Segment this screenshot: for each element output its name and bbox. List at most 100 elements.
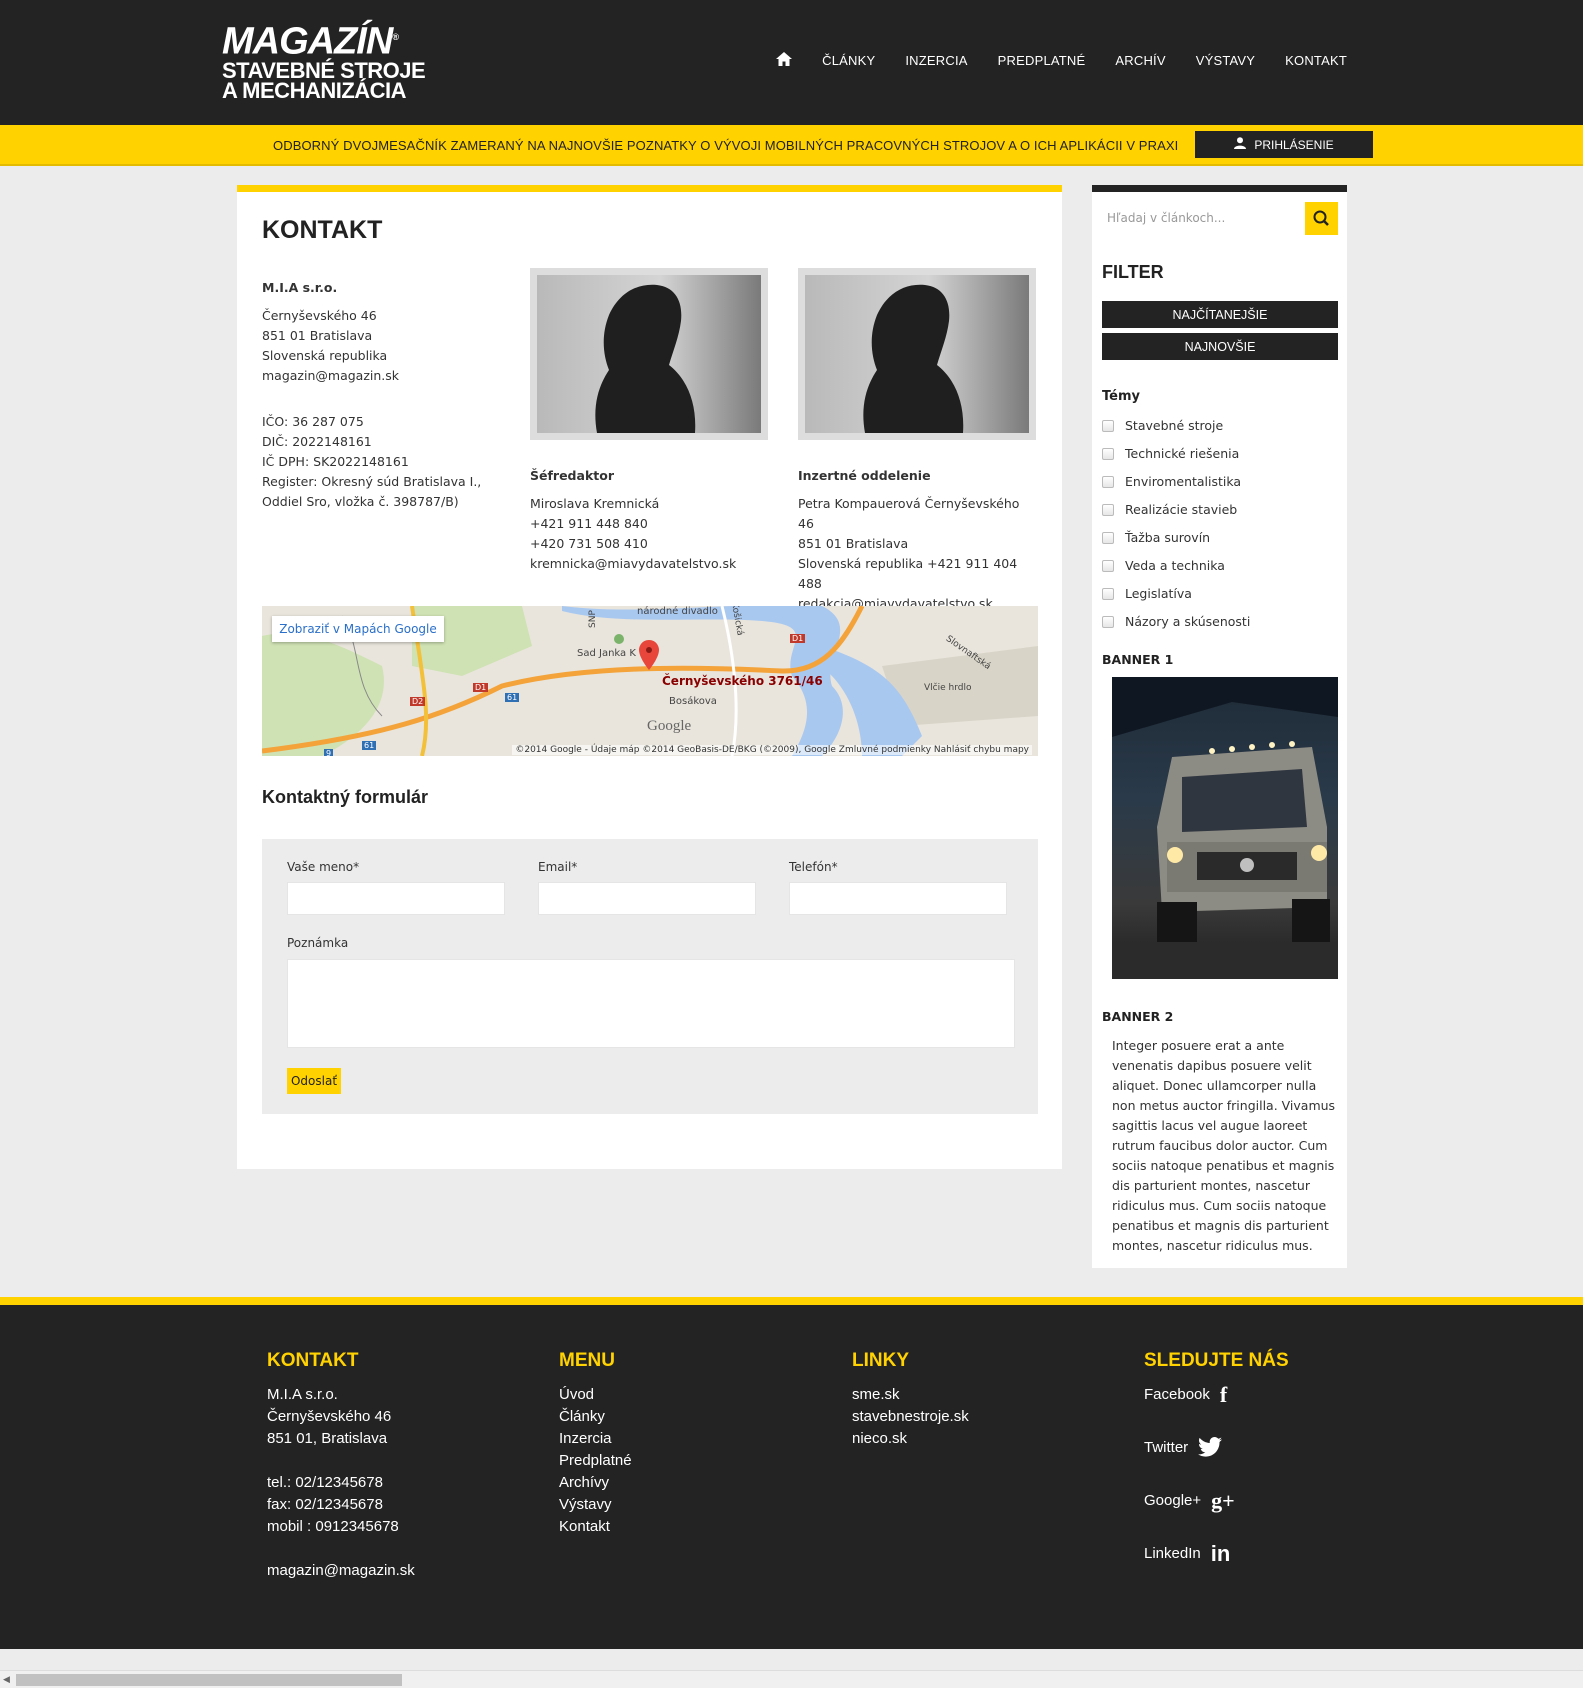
theme-label: Stavebné stroje <box>1125 418 1224 433</box>
footer-city: 851 01, Bratislava <box>267 1430 388 1447</box>
search-input[interactable]: Hľadaj v článkoch... <box>1107 211 1225 225</box>
social-twitter[interactable]: Twitter <box>1144 1437 1289 1490</box>
note-textarea[interactable] <box>287 959 1015 1048</box>
nav-vystavy[interactable]: VÝSTAVY <box>1196 53 1255 68</box>
phone-label: Telefón* <box>789 860 838 874</box>
main-nav: ČLÁNKY INZERCIA PREDPLATNÉ ARCHÍV VÝSTAV… <box>776 52 1347 69</box>
search-box: Hľadaj v článkoch... <box>1102 202 1338 235</box>
person-role: Šéfredaktor <box>530 468 614 483</box>
footer-follow-title: SLEDUJTE NÁS <box>1144 1350 1289 1371</box>
checkbox[interactable] <box>1102 447 1114 460</box>
theme-checkbox[interactable]: Technické riešenia <box>1102 446 1239 461</box>
company-email[interactable]: magazin@magazin.sk <box>262 366 502 386</box>
footer-link[interactable]: sme.sk <box>852 1384 969 1406</box>
checkbox[interactable] <box>1102 419 1114 432</box>
theme-checkbox[interactable]: Názory a skúsenosti <box>1102 614 1250 629</box>
twitter-icon <box>1198 1437 1223 1464</box>
checkbox[interactable] <box>1102 475 1114 488</box>
footer-mobile: mobil : 0912345678 <box>267 1518 399 1535</box>
person-card: Šéfredaktor Miroslava Kremnická +421 911… <box>530 268 770 574</box>
person-name: Miroslava Kremnická <box>530 496 660 511</box>
nav-home[interactable] <box>776 52 793 69</box>
facebook-icon: f <box>1219 1382 1228 1407</box>
social-label: LinkedIn <box>1144 1545 1201 1562</box>
checkbox[interactable] <box>1102 615 1114 628</box>
phone-input[interactable] <box>789 882 1007 915</box>
nav-archiv[interactable]: ARCHÍV <box>1115 53 1165 68</box>
footer-menu-item[interactable]: Inzercia <box>559 1428 632 1450</box>
footer-menu-item[interactable]: Úvod <box>559 1384 632 1406</box>
name-input[interactable] <box>287 882 505 915</box>
site-logo[interactable]: MAGAZÍN® STAVEBNÉ STROJE A MECHANIZÁCIA <box>222 18 454 102</box>
footer-menu-item[interactable]: Kontakt <box>559 1516 632 1538</box>
social-linkedin[interactable]: LinkedIn in <box>1144 1543 1289 1596</box>
theme-checkbox[interactable]: Realizácie stavieb <box>1102 502 1237 517</box>
footer-company: M.I.A s.r.o. <box>267 1386 338 1403</box>
footer-fax: fax: 02/12345678 <box>267 1496 383 1513</box>
person-photo <box>798 268 1036 440</box>
company-icdph: IČ DPH: SK2022148161 <box>262 454 409 469</box>
map-footer[interactable]: ©2014 Google - Údaje máp ©2014 GeoBasis-… <box>512 745 1032 755</box>
login-button[interactable]: PRIHLÁSENIE <box>1195 131 1373 158</box>
footer-email[interactable]: magazin@magazin.sk <box>267 1560 415 1582</box>
login-label: PRIHLÁSENIE <box>1254 137 1334 152</box>
view-in-google-maps-link[interactable]: Zobraziť v Mapách Google <box>272 616 444 642</box>
nav-kontakt[interactable]: KONTAKT <box>1285 53 1347 68</box>
footer-links-title: LINKY <box>852 1350 909 1371</box>
footer-menu-item[interactable]: Výstavy <box>559 1494 632 1516</box>
search-button[interactable] <box>1305 202 1338 235</box>
filter-most-read-button[interactable]: NAJČÍTANEJŠIE <box>1102 301 1338 328</box>
social-label: Twitter <box>1144 1439 1189 1456</box>
social-google-plus[interactable]: Google+ g+ <box>1144 1490 1289 1543</box>
nav-predplatne[interactable]: PREDPLATNÉ <box>998 53 1086 68</box>
banner-1-title: BANNER 1 <box>1102 652 1174 667</box>
nav-inzercia[interactable]: INZERCIA <box>905 53 967 68</box>
footer-menu-item[interactable]: Archívy <box>559 1472 632 1494</box>
person-email[interactable]: kremnicka@miavydavatelstvo.sk <box>530 554 770 574</box>
theme-checkbox[interactable]: Enviromentalistika <box>1102 474 1241 489</box>
person-country-phone: Slovenská republika +421 911 404 488 <box>798 556 1018 591</box>
scroll-left-icon[interactable]: ◀ <box>3 1675 10 1685</box>
map-pin-label: Černyševského 3761/46 <box>662 674 823 688</box>
footer-links: LINKY sme.sk stavebnestroje.sk nieco.sk <box>852 1350 969 1450</box>
theme-checkbox[interactable]: Stavebné stroje <box>1102 418 1223 433</box>
checkbox[interactable] <box>1102 503 1114 516</box>
submit-button[interactable]: Odoslať <box>287 1068 341 1094</box>
search-icon <box>1313 210 1329 226</box>
footer-street: Černyševského 46 <box>267 1408 392 1425</box>
map-watermark: Google <box>647 718 692 734</box>
theme-label: Veda a technika <box>1125 558 1225 573</box>
filter-newest-button[interactable]: NAJNOVŠIE <box>1102 333 1338 360</box>
person-city: 851 01 Bratislava <box>798 536 909 551</box>
checkbox[interactable] <box>1102 559 1114 572</box>
filter-title: FILTER <box>1102 262 1164 282</box>
theme-checkbox[interactable]: Ťažba surovín <box>1102 530 1210 545</box>
slogan-bar: ODBORNÝ DVOJMESAČNÍK ZAMERANÝ NA NAJNOVŠ… <box>0 125 1583 166</box>
social-label: Facebook <box>1144 1386 1210 1403</box>
company-address-line: Slovenská republika <box>262 348 388 363</box>
footer-menu: MENU Úvod Články Inzercia Predplatné Arc… <box>559 1350 632 1538</box>
theme-checkbox[interactable]: Veda a technika <box>1102 558 1225 573</box>
footer-menu-item[interactable]: Predplatné <box>559 1450 632 1472</box>
nav-clanky[interactable]: ČLÁNKY <box>822 53 875 68</box>
banner-1-image[interactable] <box>1112 677 1338 979</box>
company-register: Register: Okresný súd Bratislava I., <box>262 474 482 489</box>
map-road-shield: 9 <box>324 749 334 756</box>
name-label: Vaše meno* <box>287 860 360 874</box>
map-place: národné divadlo <box>637 606 718 617</box>
footer-link[interactable]: nieco.sk <box>852 1428 969 1450</box>
logo-line-1: MAGAZÍN <box>222 20 393 63</box>
google-map[interactable]: Zobraziť v Mapách Google Černyševského 3… <box>262 606 1038 756</box>
person-role: Inzertné oddelenie <box>798 468 931 483</box>
horizontal-scrollbar[interactable]: ◀ <box>0 1670 1583 1688</box>
footer-menu-item[interactable]: Články <box>559 1406 632 1428</box>
scrollbar-thumb[interactable] <box>16 1674 402 1686</box>
social-facebook[interactable]: Facebook f <box>1144 1384 1289 1437</box>
footer-link[interactable]: stavebnestroje.sk <box>852 1406 969 1428</box>
company-address-line: 851 01 Bratislava <box>262 328 373 343</box>
checkbox[interactable] <box>1102 531 1114 544</box>
theme-checkbox[interactable]: Legislatíva <box>1102 586 1192 601</box>
email-input[interactable] <box>538 882 756 915</box>
theme-label: Enviromentalistika <box>1125 474 1242 489</box>
checkbox[interactable] <box>1102 587 1114 600</box>
